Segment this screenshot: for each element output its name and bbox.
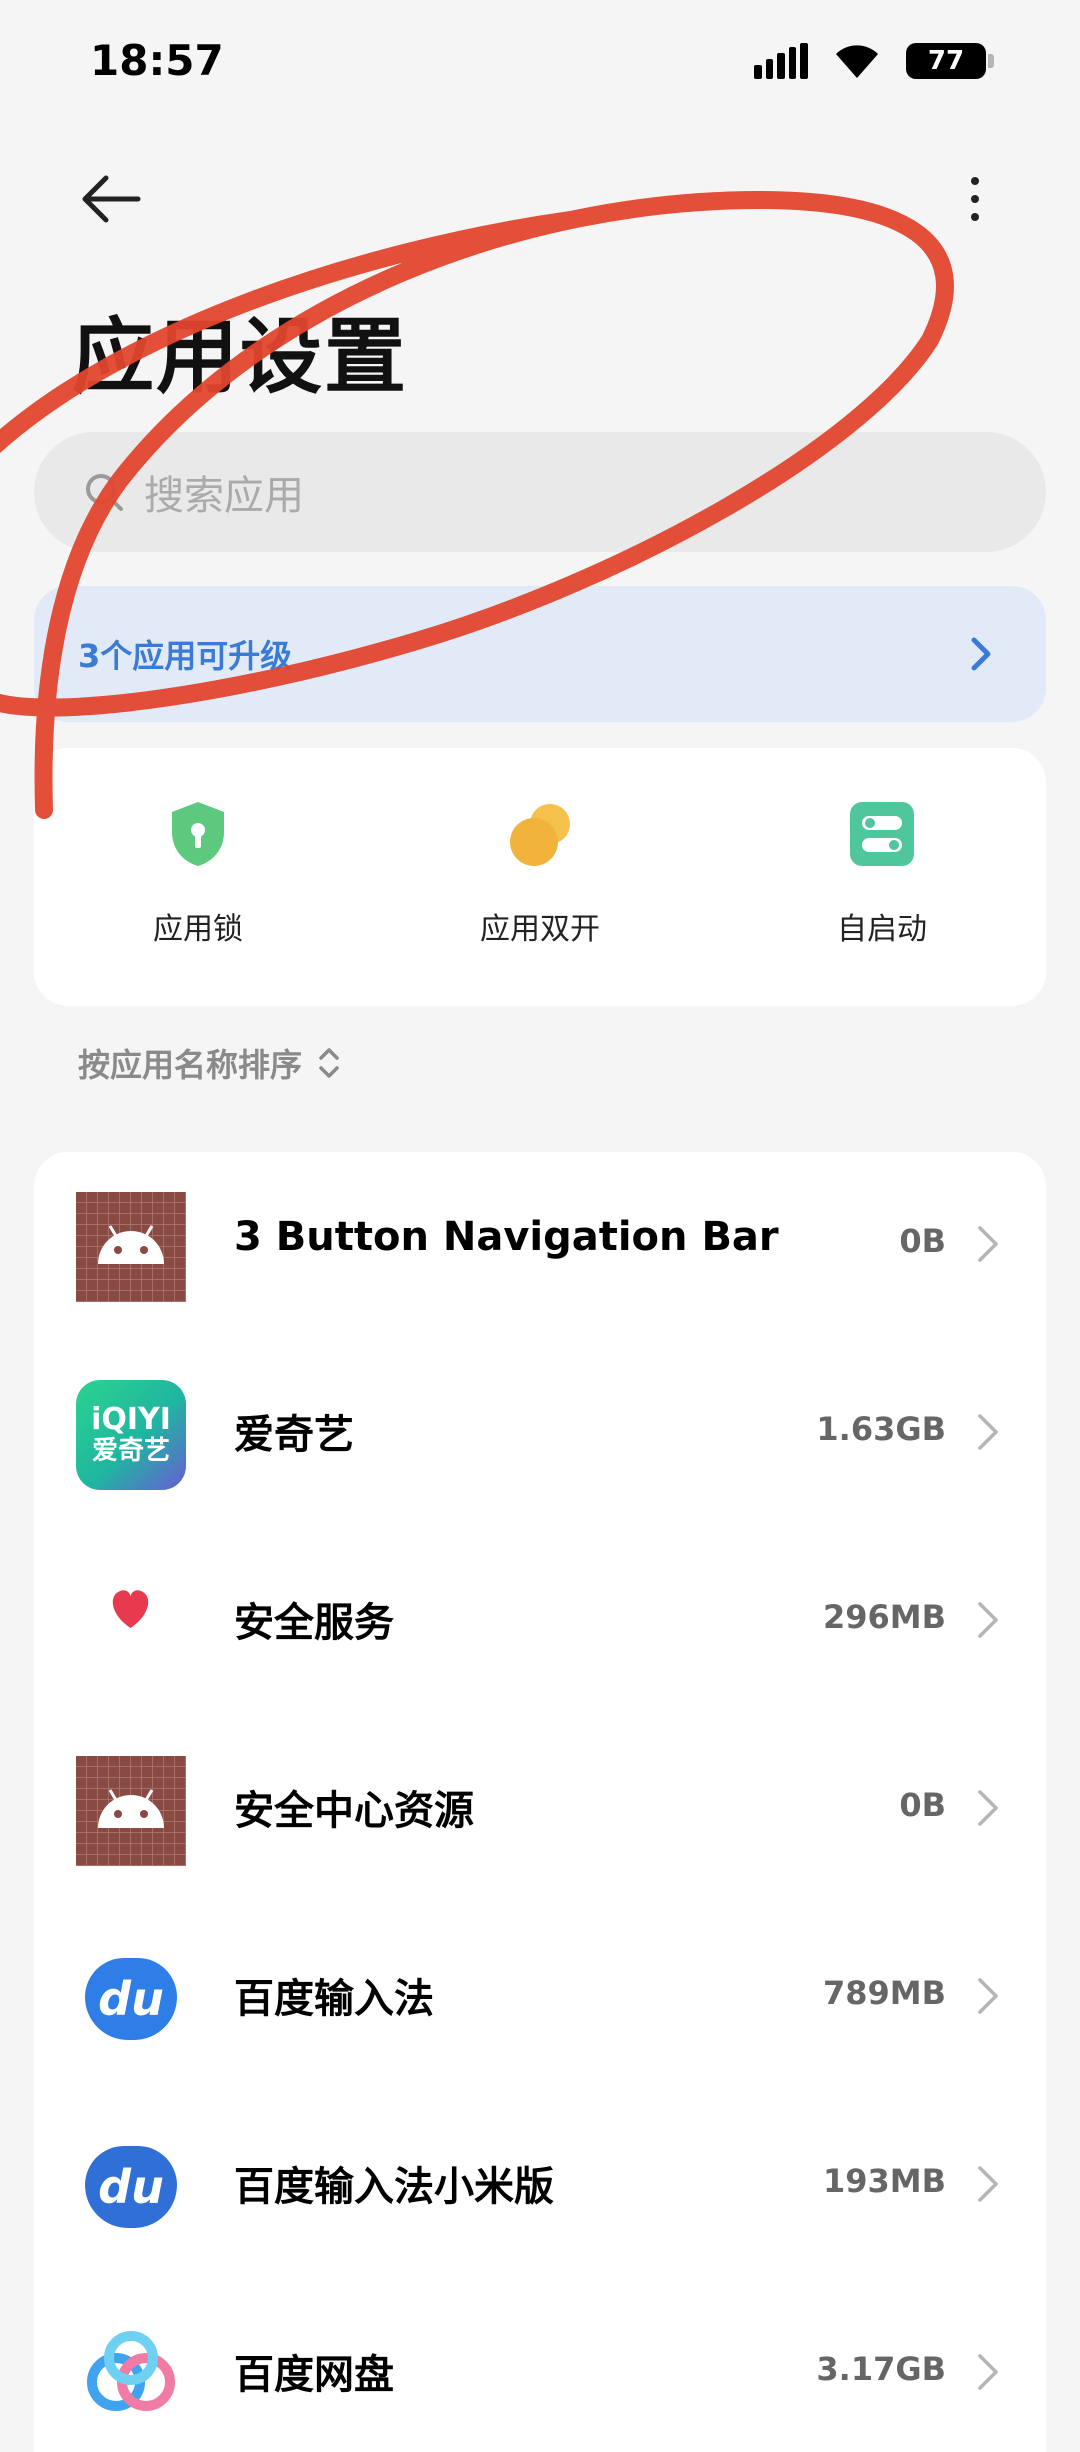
signal-icon	[754, 43, 808, 79]
chevron-right-icon	[971, 637, 991, 671]
chevron-right-icon	[978, 2166, 998, 2202]
quick-action-label: 应用双开	[480, 912, 600, 947]
sort-label: 按应用名称排序	[78, 1046, 303, 1084]
baidu-input-icon: du	[76, 1944, 186, 2054]
sort-arrows-icon	[319, 1048, 339, 1078]
app-name: 百度输入法小米版	[234, 2164, 554, 2210]
more-dot-icon	[971, 213, 979, 221]
app-size: 193MB	[822, 2162, 946, 2200]
app-name: 百度输入法	[234, 1976, 434, 2022]
back-arrow-icon	[82, 175, 141, 223]
status-bar: 18:57 77	[0, 0, 1080, 120]
baidu-input-icon-text: du	[85, 2146, 177, 2228]
app-name: 爱奇艺	[234, 1412, 354, 1458]
baidu-netdisk-icon	[87, 2331, 175, 2411]
status-icons: 77	[754, 42, 994, 80]
quick-action-label: 自启动	[837, 912, 927, 947]
iqiyi-icon: iQIYI 爱奇艺	[76, 1380, 186, 1490]
app-row[interactable]: 3 Button Navigation Bar 0B	[34, 1152, 1046, 1340]
upgrade-banner[interactable]: 3个应用可升级	[34, 586, 1046, 722]
chevron-right-icon	[978, 1602, 998, 1638]
app-size: 789MB	[822, 1974, 946, 2012]
search-input[interactable]: 搜索应用	[34, 432, 1046, 552]
app-size: 0B	[899, 1222, 946, 1260]
baidu-input-icon: du	[76, 2132, 186, 2242]
more-dot-icon	[971, 195, 979, 203]
more-options-button[interactable]	[960, 164, 990, 234]
app-list: 3 Button Navigation Bar 0B iQIYI 爱奇艺 爱奇艺…	[34, 1152, 1046, 2452]
app-size: 0B	[899, 1786, 946, 1824]
battery-level: 77	[906, 43, 986, 79]
heart-icon	[112, 1590, 149, 1628]
chevron-right-icon	[978, 1226, 998, 1262]
status-time: 18:57	[90, 36, 224, 85]
app-name: 安全中心资源	[234, 1788, 474, 1834]
chevron-right-icon	[978, 1978, 998, 2014]
app-row[interactable]: iQIYI 爱奇艺 爱奇艺 1.63GB	[34, 1340, 1046, 1528]
android-icon	[76, 1192, 186, 1302]
upgrade-text: 3个应用可升级	[78, 637, 293, 675]
quick-action-label: 应用锁	[153, 912, 243, 947]
app-row[interactable]: 百度网盘 3.17GB	[34, 2280, 1046, 2452]
chevron-right-icon	[978, 1790, 998, 1826]
app-row[interactable]: du 百度输入法小米版 193MB	[34, 2092, 1046, 2280]
sort-selector[interactable]: 按应用名称排序	[78, 1040, 342, 1086]
app-name: 百度网盘	[234, 2352, 394, 2398]
app-size: 3.17GB	[816, 2350, 946, 2388]
quick-action-app-lock[interactable]: 应用锁	[78, 798, 318, 948]
quick-action-autostart[interactable]: 自启动	[762, 798, 1002, 948]
quick-actions-card: 应用锁 应用双开 自启动	[34, 748, 1046, 1006]
more-dot-icon	[971, 177, 979, 185]
android-icon	[76, 1756, 186, 1866]
shield-lock-icon	[172, 802, 224, 866]
iqiyi-icon-subtext: 爱奇艺	[91, 1436, 170, 1466]
app-name: 3 Button Navigation Bar	[234, 1214, 779, 1260]
page-title: 应用设置	[72, 310, 409, 405]
search-icon	[86, 474, 123, 511]
toggle-switch-icon	[850, 802, 914, 866]
wifi-icon	[836, 45, 878, 78]
app-row[interactable]: 安全服务 296MB	[34, 1528, 1046, 1716]
chevron-right-icon	[978, 1414, 998, 1450]
chevron-right-icon	[978, 2354, 998, 2390]
app-row[interactable]: du 百度输入法 789MB	[34, 1904, 1046, 2092]
battery-icon: 77	[906, 43, 994, 79]
app-name: 安全服务	[234, 1600, 394, 1646]
back-button[interactable]	[76, 164, 146, 234]
app-size: 1.63GB	[816, 1410, 946, 1448]
iqiyi-icon-text: iQIYI	[91, 1402, 171, 1437]
quick-action-dual-apps[interactable]: 应用双开	[420, 798, 660, 948]
dual-circle-icon	[510, 804, 570, 866]
search-placeholder: 搜索应用	[144, 473, 304, 519]
app-row[interactable]: 安全中心资源 0B	[34, 1716, 1046, 1904]
app-size: 296MB	[822, 1598, 946, 1636]
baidu-input-icon-text: du	[85, 1958, 177, 2040]
